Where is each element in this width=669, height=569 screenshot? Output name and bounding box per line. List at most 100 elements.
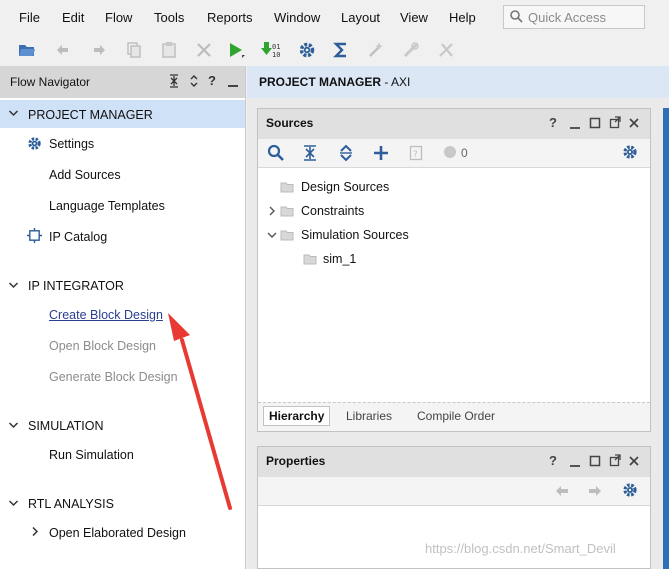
sources-header: Sources ? bbox=[258, 109, 650, 139]
flow-navigator-title: Flow Navigator bbox=[10, 75, 91, 89]
chevron-right-icon[interactable] bbox=[30, 526, 41, 537]
folder-icon bbox=[280, 229, 294, 241]
settings-icon[interactable] bbox=[297, 40, 317, 60]
sources-toolbar: ? 0 bbox=[258, 139, 650, 168]
search-icon bbox=[509, 9, 525, 25]
add-icon[interactable] bbox=[372, 144, 390, 162]
project-manager-header: PROJECT MANAGER - AXI bbox=[247, 66, 669, 98]
menu-bar: File Edit Flow Tools Reports Window Layo… bbox=[0, 0, 669, 36]
nav-item-create-block-design[interactable]: Create Block Design bbox=[49, 308, 163, 322]
section-title[interactable]: IP INTEGRATOR bbox=[28, 279, 124, 293]
undo-icon[interactable] bbox=[54, 40, 74, 60]
menu-flow[interactable]: Flow bbox=[105, 10, 132, 25]
help-icon[interactable]: ? bbox=[208, 73, 216, 88]
float-icon[interactable] bbox=[609, 115, 621, 131]
quick-access-placeholder: Quick Access bbox=[528, 10, 607, 25]
properties-title: Properties bbox=[266, 454, 326, 468]
generate-bitstream-icon[interactable]: 01 10 bbox=[261, 40, 281, 60]
search-icon[interactable] bbox=[267, 144, 285, 162]
nav-item-ip-catalog[interactable]: IP Catalog bbox=[49, 230, 107, 244]
chevron-right-icon[interactable] bbox=[267, 206, 277, 216]
expand-all-icon[interactable] bbox=[339, 144, 353, 162]
menu-reports[interactable]: Reports bbox=[207, 10, 253, 25]
cross-tool-icon[interactable] bbox=[436, 40, 456, 60]
menu-layout[interactable]: Layout bbox=[341, 10, 380, 25]
maximize-icon[interactable] bbox=[589, 453, 601, 469]
document-help-icon[interactable]: ? bbox=[409, 144, 423, 162]
copy-icon[interactable] bbox=[124, 40, 144, 60]
maximize-icon[interactable] bbox=[589, 115, 601, 131]
section-title[interactable]: SIMULATION bbox=[28, 419, 103, 433]
chevron-down-icon[interactable] bbox=[8, 108, 19, 119]
tree-item-design-sources[interactable]: Design Sources bbox=[301, 180, 389, 194]
nav-item-language-templates[interactable]: Language Templates bbox=[49, 199, 165, 213]
collapse-all-icon[interactable] bbox=[169, 73, 179, 89]
sigma-icon[interactable] bbox=[331, 40, 351, 60]
toolbar: 01 10 bbox=[0, 36, 669, 66]
section-title[interactable]: RTL ANALYSIS bbox=[28, 497, 114, 511]
sources-panel: Sources ? ? 0 Design Sources Constraints… bbox=[257, 108, 651, 432]
status-indicator-icon bbox=[443, 145, 457, 159]
tool-disabled-icon[interactable] bbox=[401, 40, 421, 60]
tree-item-constraints[interactable]: Constraints bbox=[301, 204, 364, 218]
close-icon[interactable] bbox=[628, 115, 640, 131]
annotation-arrow-icon bbox=[168, 313, 232, 510]
menu-help[interactable]: Help bbox=[449, 10, 476, 25]
paste-icon[interactable] bbox=[159, 40, 179, 60]
back-arrow-icon[interactable] bbox=[554, 483, 570, 499]
menu-edit[interactable]: Edit bbox=[62, 10, 84, 25]
watermark: https://blog.csdn.net/Smart_Devil bbox=[425, 541, 616, 556]
section-title: PROJECT MANAGER bbox=[28, 108, 153, 122]
collapse-all-icon[interactable] bbox=[303, 144, 317, 162]
flow-navigator-header: Flow Navigator ? bbox=[0, 66, 245, 98]
minimize-icon[interactable] bbox=[227, 73, 239, 89]
quick-access-input[interactable]: Quick Access bbox=[503, 5, 645, 29]
minimize-icon[interactable] bbox=[569, 453, 581, 469]
tree-item-simulation-sources[interactable]: Simulation Sources bbox=[301, 228, 409, 242]
svg-text:10: 10 bbox=[272, 51, 280, 59]
nav-item-generate-block-design[interactable]: Generate Block Design bbox=[49, 370, 178, 384]
gear-icon[interactable] bbox=[622, 482, 638, 498]
menu-file[interactable]: File bbox=[19, 10, 40, 25]
tab-compile-order[interactable]: Compile Order bbox=[417, 409, 495, 423]
chevron-down-icon[interactable] bbox=[8, 280, 19, 291]
help-icon[interactable]: ? bbox=[549, 115, 557, 130]
tab-libraries[interactable]: Libraries bbox=[346, 409, 392, 423]
gear-icon[interactable] bbox=[622, 144, 638, 160]
editor-edge bbox=[663, 108, 669, 569]
help-icon[interactable]: ? bbox=[549, 453, 557, 468]
sources-title: Sources bbox=[266, 116, 314, 130]
minimize-icon[interactable] bbox=[569, 115, 581, 131]
menu-window[interactable]: Window bbox=[274, 10, 320, 25]
nav-item-run-simulation[interactable]: Run Simulation bbox=[49, 448, 134, 462]
expand-all-icon[interactable] bbox=[189, 73, 199, 89]
nav-item-settings[interactable]: Settings bbox=[49, 137, 94, 151]
project-name: - AXI bbox=[381, 75, 411, 89]
wand-icon[interactable] bbox=[366, 40, 386, 60]
folder-icon bbox=[280, 205, 294, 217]
gear-icon bbox=[27, 136, 42, 151]
chevron-down-icon[interactable] bbox=[8, 420, 19, 431]
chevron-down-icon[interactable] bbox=[8, 498, 19, 509]
delete-icon[interactable] bbox=[194, 40, 214, 60]
chevron-down-icon[interactable] bbox=[267, 230, 277, 240]
tab-hierarchy[interactable]: Hierarchy bbox=[263, 406, 331, 426]
svg-text:?: ? bbox=[413, 150, 418, 160]
nav-item-add-sources[interactable]: Add Sources bbox=[49, 168, 121, 182]
redo-icon[interactable] bbox=[88, 40, 108, 60]
run-icon[interactable] bbox=[226, 40, 246, 60]
float-icon[interactable] bbox=[609, 453, 621, 469]
source-count: 0 bbox=[461, 146, 468, 160]
ip-catalog-icon bbox=[27, 228, 42, 243]
properties-header: Properties ? bbox=[258, 447, 650, 477]
close-icon[interactable] bbox=[628, 453, 640, 469]
menu-view[interactable]: View bbox=[400, 10, 428, 25]
tree-item-sim-1[interactable]: sim_1 bbox=[323, 252, 356, 266]
pm-title: PROJECT MANAGER bbox=[259, 75, 382, 89]
nav-item-open-block-design[interactable]: Open Block Design bbox=[49, 339, 156, 353]
open-project-icon[interactable] bbox=[17, 40, 37, 60]
folder-icon bbox=[303, 253, 317, 265]
nav-item-open-elaborated-design[interactable]: Open Elaborated Design bbox=[49, 526, 186, 540]
forward-arrow-icon[interactable] bbox=[587, 483, 603, 499]
menu-tools[interactable]: Tools bbox=[154, 10, 184, 25]
